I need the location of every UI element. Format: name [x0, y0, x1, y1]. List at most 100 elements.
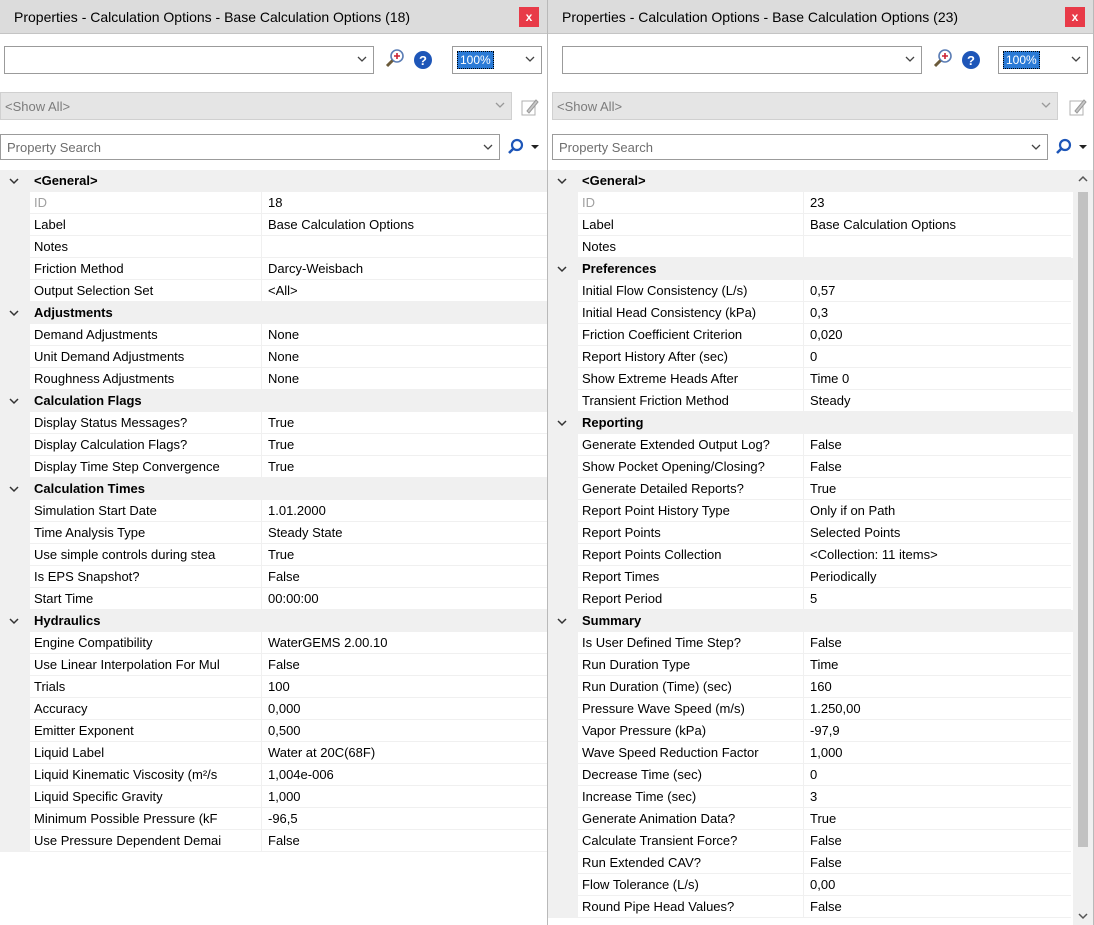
property-row[interactable]: Simulation Start Date 1.01.2000: [0, 500, 547, 522]
property-value[interactable]: 0,3: [804, 302, 1071, 324]
category-row[interactable]: <General>: [0, 170, 547, 192]
filter-selector[interactable]: <Show All>: [0, 92, 512, 120]
category-row[interactable]: Calculation Times: [0, 478, 547, 500]
property-row[interactable]: Report Times Periodically: [548, 566, 1093, 588]
property-value[interactable]: Periodically: [804, 566, 1071, 588]
property-row[interactable]: Pressure Wave Speed (m/s) 1.250,00: [548, 698, 1093, 720]
property-row[interactable]: Trials 100: [0, 676, 547, 698]
filter-selector[interactable]: <Show All>: [552, 92, 1058, 120]
property-row[interactable]: Demand Adjustments None: [0, 324, 547, 346]
property-value[interactable]: 0,000: [262, 698, 547, 720]
property-value[interactable]: 160: [804, 676, 1071, 698]
property-value[interactable]: Time 0: [804, 368, 1071, 390]
category-row[interactable]: Calculation Flags: [0, 390, 547, 412]
search-icon[interactable]: [1054, 136, 1074, 158]
property-value[interactable]: 0: [804, 346, 1071, 368]
property-value[interactable]: 1,000: [262, 786, 547, 808]
property-row[interactable]: Liquid Specific Gravity 1,000: [0, 786, 547, 808]
chevron-down-icon[interactable]: [556, 615, 568, 627]
property-row[interactable]: Liquid Kinematic Viscosity (m²/s 1,004e-0…: [0, 764, 547, 786]
zoom-find-button[interactable]: [930, 47, 956, 73]
property-row[interactable]: Emitter Exponent 0,500: [0, 720, 547, 742]
property-value[interactable]: 0,57: [804, 280, 1071, 302]
property-row[interactable]: Report Points Collection <Collection: 11 …: [548, 544, 1093, 566]
property-row[interactable]: Calculate Transient Force? False: [548, 830, 1093, 852]
property-row[interactable]: Notes: [548, 236, 1093, 258]
property-row[interactable]: Label Base Calculation Options: [0, 214, 547, 236]
chevron-down-icon[interactable]: [8, 395, 20, 407]
property-value[interactable]: Base Calculation Options: [262, 214, 547, 236]
close-button[interactable]: x: [1065, 7, 1085, 27]
title-bar[interactable]: Properties - Calculation Options - Base …: [548, 0, 1093, 34]
property-value[interactable]: False: [804, 896, 1071, 918]
property-row[interactable]: Decrease Time (sec) 0: [548, 764, 1093, 786]
search-icon[interactable]: [506, 136, 526, 158]
chevron-down-icon[interactable]: [530, 142, 540, 152]
element-selector[interactable]: [562, 46, 922, 74]
property-row[interactable]: Unit Demand Adjustments None: [0, 346, 547, 368]
zoom-selector[interactable]: 100%: [998, 46, 1088, 74]
zoom-selector[interactable]: 100%: [452, 46, 542, 74]
property-value[interactable]: 5: [804, 588, 1071, 610]
property-value[interactable]: Only if on Path: [804, 500, 1071, 522]
edit-filter-icon[interactable]: [1067, 96, 1089, 118]
property-row[interactable]: Increase Time (sec) 3: [548, 786, 1093, 808]
property-value[interactable]: False: [804, 456, 1071, 478]
property-value[interactable]: <Collection: 11 items>: [804, 544, 1071, 566]
edit-filter-icon[interactable]: [519, 96, 541, 118]
element-selector[interactable]: [4, 46, 374, 74]
property-value[interactable]: Base Calculation Options: [804, 214, 1071, 236]
category-row[interactable]: Reporting: [548, 412, 1093, 434]
property-value[interactable]: 1.01.2000: [262, 500, 547, 522]
property-row[interactable]: Notes: [0, 236, 547, 258]
property-row[interactable]: Round Pipe Head Values? False: [548, 896, 1093, 918]
property-row[interactable]: Wave Speed Reduction Factor 1,000: [548, 742, 1093, 764]
property-row[interactable]: Generate Animation Data? True: [548, 808, 1093, 830]
chevron-down-icon[interactable]: [8, 483, 20, 495]
category-row[interactable]: Hydraulics: [0, 610, 547, 632]
property-row[interactable]: Show Pocket Opening/Closing? False: [548, 456, 1093, 478]
property-value[interactable]: 00:00:00: [262, 588, 547, 610]
property-value[interactable]: None: [262, 368, 547, 390]
property-value[interactable]: None: [262, 346, 547, 368]
property-value[interactable]: Selected Points: [804, 522, 1071, 544]
property-row[interactable]: Display Status Messages? True: [0, 412, 547, 434]
help-button[interactable]: ?: [410, 47, 436, 73]
property-row[interactable]: Use simple controls during stea True: [0, 544, 547, 566]
category-row[interactable]: Adjustments: [0, 302, 547, 324]
property-row[interactable]: Report History After (sec) 0: [548, 346, 1093, 368]
property-value[interactable]: WaterGEMS 2.00.10: [262, 632, 547, 654]
chevron-down-icon[interactable]: [556, 417, 568, 429]
property-row[interactable]: ID 18: [0, 192, 547, 214]
scroll-thumb[interactable]: [1078, 192, 1088, 847]
category-row[interactable]: Summary: [548, 610, 1093, 632]
property-row[interactable]: Initial Head Consistency (kPa) 0,3: [548, 302, 1093, 324]
property-value[interactable]: 0,020: [804, 324, 1071, 346]
property-row[interactable]: Run Extended CAV? False: [548, 852, 1093, 874]
chevron-down-icon[interactable]: [8, 615, 20, 627]
property-row[interactable]: Start Time 00:00:00: [0, 588, 547, 610]
property-value[interactable]: 1,000: [804, 742, 1071, 764]
property-value[interactable]: True: [262, 544, 547, 566]
property-row[interactable]: Run Duration Type Time: [548, 654, 1093, 676]
property-row[interactable]: Generate Detailed Reports? True: [548, 478, 1093, 500]
property-value[interactable]: -96,5: [262, 808, 547, 830]
property-row[interactable]: Use Pressure Dependent Demai False: [0, 830, 547, 852]
property-row[interactable]: Liquid Label Water at 20C(68F): [0, 742, 547, 764]
chevron-down-icon[interactable]: [8, 175, 20, 187]
property-value[interactable]: False: [804, 632, 1071, 654]
property-value[interactable]: None: [262, 324, 547, 346]
property-row[interactable]: Show Extreme Heads After Time 0: [548, 368, 1093, 390]
title-bar[interactable]: Properties - Calculation Options - Base …: [0, 0, 547, 34]
property-row[interactable]: Friction Method Darcy-Weisbach: [0, 258, 547, 280]
property-value[interactable]: 0,500: [262, 720, 547, 742]
property-value[interactable]: 100: [262, 676, 547, 698]
chevron-down-icon[interactable]: [556, 175, 568, 187]
help-button[interactable]: ?: [958, 47, 984, 73]
property-value[interactable]: [804, 236, 1071, 258]
property-row[interactable]: Use Linear Interpolation For Mul False: [0, 654, 547, 676]
scroll-down-icon[interactable]: [1073, 907, 1093, 925]
property-value[interactable]: False: [262, 830, 547, 852]
property-row[interactable]: Minimum Possible Pressure (kF -96,5: [0, 808, 547, 830]
property-value[interactable]: 0: [804, 764, 1071, 786]
